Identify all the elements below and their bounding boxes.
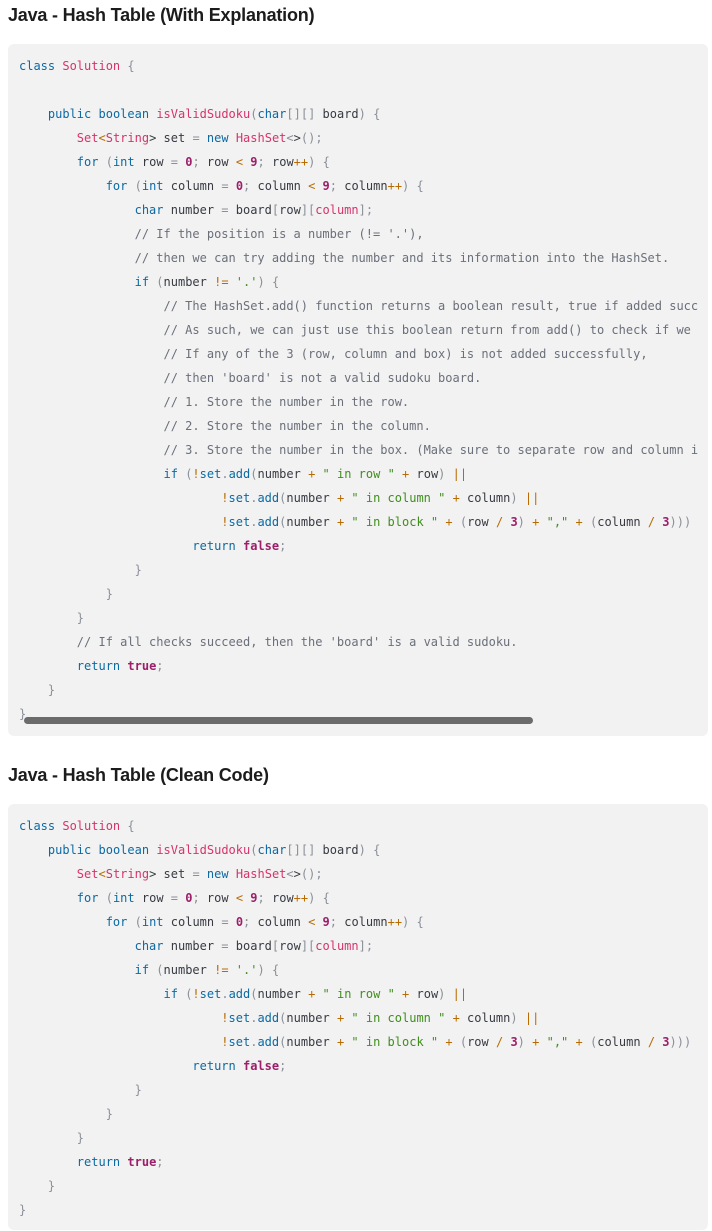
code-line: return true; <box>76 659 164 673</box>
code-block-clean-code[interactable]: class Solution { public boolean isValidS… <box>8 804 708 1230</box>
code-line: for (int row = 0; row < 9; row++) { <box>76 891 330 905</box>
code-line: char number = board[row][column]; <box>134 203 374 217</box>
code-line: } <box>134 563 142 577</box>
code-block-explanation[interactable]: class Solution { public boolean isValidS… <box>8 44 708 736</box>
code-line: for (int row = 0; row < 9; row++) { <box>76 155 330 169</box>
code-line: // then we can try adding the number and… <box>134 251 670 265</box>
code-line: return true; <box>76 1155 164 1169</box>
code-line: !set.add(number + " in column " + column… <box>221 491 540 505</box>
code-line: class Solution { <box>19 59 135 73</box>
code-line: public boolean isValidSudoku(char[][] bo… <box>47 107 381 121</box>
code-line: } <box>105 1107 113 1121</box>
code-line: class Solution { <box>19 819 135 833</box>
code-line: if (number != '.') { <box>134 963 280 977</box>
code-line: Set<String> set = new HashSet<>(); <box>76 131 323 145</box>
code-line: !set.add(number + " in block " + (row / … <box>221 515 692 529</box>
code-line: return false; <box>192 539 287 553</box>
code-line: } <box>47 683 56 697</box>
code-line: for (int column = 0; column < 9; column+… <box>105 915 424 929</box>
section-title-explanation: Java - Hash Table (With Explanation) <box>8 5 315 25</box>
code-line: // then 'board' is not a valid sudoku bo… <box>163 371 482 385</box>
code-line: } <box>47 1179 56 1193</box>
code-line: } <box>76 1131 85 1145</box>
code-line: // The HashSet.add() function returns a … <box>163 299 699 313</box>
code-line: !set.add(number + " in column " + column… <box>221 1011 540 1025</box>
code-line: char number = board[row][column]; <box>134 939 374 953</box>
code-line: Set<String> set = new HashSet<>(); <box>76 867 323 881</box>
code-line: // If any of the 3 (row, column and box)… <box>163 347 648 361</box>
code-line: } <box>76 611 85 625</box>
section-title-clean-code: Java - Hash Table (Clean Code) <box>8 765 269 785</box>
code-line: return false; <box>192 1059 287 1073</box>
code-line: } <box>134 1083 142 1097</box>
code-line: } <box>19 1203 27 1217</box>
code-line: if (number != '.') { <box>134 275 280 289</box>
code-line: if (!set.add(number + " in row " + row) … <box>163 987 468 1001</box>
code-line: // As such, we can just use this boolean… <box>163 323 691 337</box>
code-content: class Solution { public boolean isValidS… <box>19 814 691 1222</box>
code-line: // If the position is a number (!= '.'), <box>134 227 424 241</box>
code-line: // 1. Store the number in the row. <box>163 395 410 409</box>
code-line: if (!set.add(number + " in row " + row) … <box>163 467 468 481</box>
code-content: class Solution { public boolean isValidS… <box>19 54 698 726</box>
code-line: } <box>105 587 113 601</box>
code-line: for (int column = 0; column < 9; column+… <box>105 179 424 193</box>
code-line: // 3. Store the number in the box. (Make… <box>163 443 699 457</box>
code-line: public boolean isValidSudoku(char[][] bo… <box>47 843 381 857</box>
code-line: // 2. Store the number in the column. <box>163 419 431 433</box>
code-line: !set.add(number + " in block " + (row / … <box>221 1035 692 1049</box>
scrollbar-thumb[interactable] <box>24 717 533 724</box>
code-line: // If all checks succeed, then the 'boar… <box>76 635 518 649</box>
